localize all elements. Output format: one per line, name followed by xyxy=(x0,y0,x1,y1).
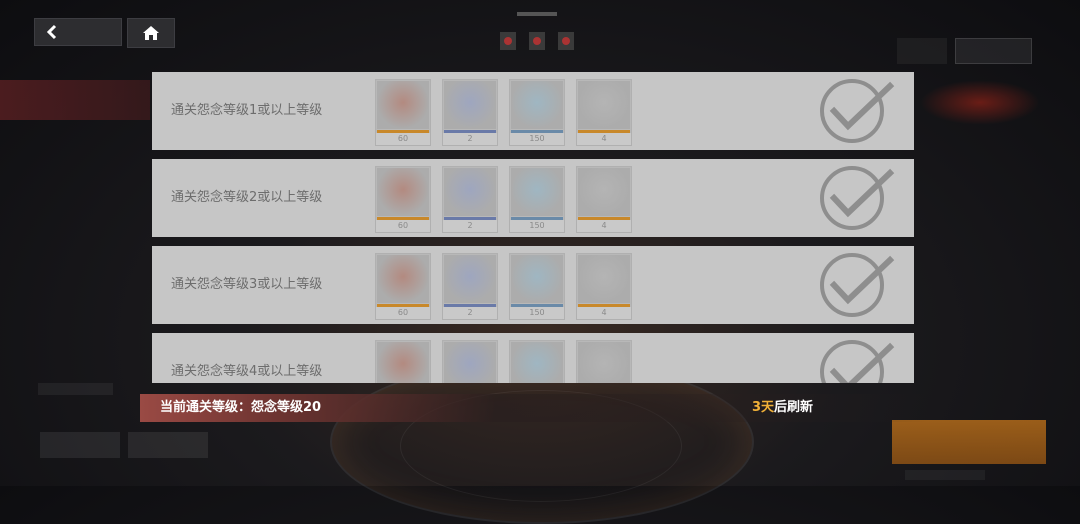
feather-icon xyxy=(578,255,630,303)
cyan-crystal-icon xyxy=(511,168,563,216)
character-shard-icon xyxy=(377,81,429,129)
reward-item-cyan-crystal[interactable]: 150 xyxy=(509,253,565,320)
reward-count: 60 xyxy=(376,220,430,232)
reward-item-character-shard[interactable]: 60 xyxy=(375,253,431,320)
reward-count: 4 xyxy=(577,220,631,232)
home-icon xyxy=(143,26,159,40)
task-row[interactable]: 通关怨念等级2或以上等级 60 2 150 4 xyxy=(152,159,914,237)
completed-check-icon xyxy=(820,79,895,143)
status-bar: 当前通关等级：怨念等级20 3天后刷新 xyxy=(140,394,930,422)
reward-item-cyan-crystal[interactable]: 150 xyxy=(509,79,565,146)
task-row[interactable]: 通关怨念等级3或以上等级 60 2 150 4 xyxy=(152,246,914,324)
reward-count: 4 xyxy=(577,307,631,319)
cyan-crystal-icon xyxy=(511,81,563,129)
left-info-text xyxy=(38,383,113,395)
reward-item-feather[interactable]: 4 xyxy=(576,166,632,233)
top-right-controls xyxy=(897,38,1032,64)
task-title: 通关怨念等级4或以上等级 xyxy=(171,364,323,379)
reward-item-character-shard[interactable]: 60 xyxy=(375,79,431,146)
home-button[interactable] xyxy=(127,18,175,48)
reward-item-character-shard[interactable]: 60 xyxy=(375,166,431,233)
reward-item-blue-orb[interactable]: 2 xyxy=(442,166,498,233)
completed-check-icon xyxy=(820,253,895,317)
reward-count: 2 xyxy=(443,307,497,319)
reward-item-cyan-crystal[interactable]: 150 xyxy=(509,340,565,383)
completed-check-icon xyxy=(820,340,895,383)
left-action-button-2[interactable] xyxy=(128,432,208,458)
reward-count: 60 xyxy=(376,307,430,319)
reward-count: 150 xyxy=(510,307,564,319)
back-button[interactable] xyxy=(34,18,122,46)
task-row[interactable]: 通关怨念等级4或以上等级 60 2 150 4 xyxy=(152,333,914,383)
task-title: 通关怨念等级3或以上等级 xyxy=(171,277,323,292)
refresh-suffix: 后刷新 xyxy=(774,400,814,415)
refresh-timer: 3天后刷新 xyxy=(752,394,813,422)
task-title: 通关怨念等级1或以上等级 xyxy=(171,103,323,118)
task-row[interactable]: 通关怨念等级1或以上等级 60 2 150 4 xyxy=(152,72,914,150)
left-action-button[interactable] xyxy=(40,432,120,458)
reward-count: 2 xyxy=(443,220,497,232)
feather-icon xyxy=(578,168,630,216)
difficulty-emblem xyxy=(500,12,574,50)
cyan-crystal-icon xyxy=(511,342,563,383)
blue-orb-icon xyxy=(444,342,496,383)
reward-item-cyan-crystal[interactable]: 150 xyxy=(509,166,565,233)
task-title: 通关怨念等级2或以上等级 xyxy=(171,190,323,205)
reward-count: 4 xyxy=(577,133,631,145)
reward-count: 60 xyxy=(376,133,430,145)
reward-item-blue-orb[interactable]: 2 xyxy=(442,79,498,146)
reward-count: 150 xyxy=(510,133,564,145)
cost-text xyxy=(905,470,985,480)
blue-orb-icon xyxy=(444,255,496,303)
current-level-text: 当前通关等级：怨念等级20 xyxy=(160,400,322,415)
start-challenge-button[interactable] xyxy=(892,420,1046,464)
top-right-button[interactable] xyxy=(955,38,1032,64)
chevron-left-icon xyxy=(46,24,57,40)
blue-orb-icon xyxy=(444,81,496,129)
character-shard-icon xyxy=(377,342,429,383)
blue-orb-icon xyxy=(444,168,496,216)
completed-check-icon xyxy=(820,166,895,230)
task-list[interactable]: 通关怨念等级1或以上等级 60 2 150 4 通关怨念等级2或以上等级 60 2 150 4 通关… xyxy=(152,72,914,383)
refresh-days: 3天 xyxy=(752,400,775,415)
feather-icon xyxy=(578,342,630,383)
reward-item-blue-orb[interactable]: 2 xyxy=(442,253,498,320)
reward-item-character-shard[interactable]: 60 xyxy=(375,340,431,383)
reward-count: 2 xyxy=(443,133,497,145)
reward-item-feather[interactable]: 4 xyxy=(576,253,632,320)
cyan-crystal-icon xyxy=(511,255,563,303)
reward-item-feather[interactable]: 4 xyxy=(576,79,632,146)
feather-icon xyxy=(578,81,630,129)
reward-count: 150 xyxy=(510,220,564,232)
reward-item-feather[interactable]: 4 xyxy=(576,340,632,383)
background-banner-left xyxy=(0,80,150,120)
character-shard-icon xyxy=(377,168,429,216)
reward-item-blue-orb[interactable]: 2 xyxy=(442,340,498,383)
background-banner-right xyxy=(920,80,1040,125)
top-right-info xyxy=(897,38,947,64)
character-shard-icon xyxy=(377,255,429,303)
